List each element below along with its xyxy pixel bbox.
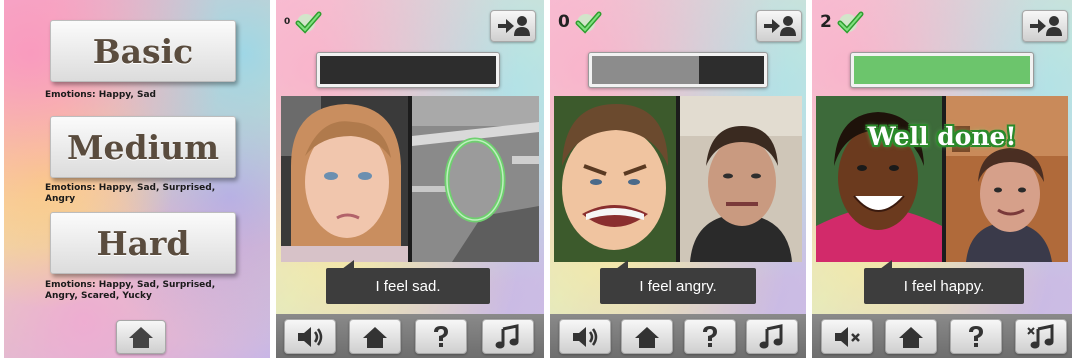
game-screen-angry: 0 I feel angry. [550,0,806,358]
medium-level-button[interactable]: Medium [50,116,236,178]
help-icon [699,324,721,350]
checkmark-icon [574,10,602,34]
mirror-camera-art [680,96,802,262]
face-panels [281,96,539,262]
home-button[interactable] [885,319,937,354]
progress-bar [850,52,1034,88]
caption-bubble: I feel sad. [326,260,490,304]
face-photo-art [281,96,408,262]
help-button[interactable] [415,319,467,354]
mirror-oval-icon [444,137,506,223]
home-icon [361,325,389,349]
basic-level-label: Basic [92,31,194,71]
basic-level-button[interactable]: Basic [50,20,236,82]
caption-bubble: I feel happy. [864,260,1024,304]
game-screen-happy: 2 Well done! I feel happy. [812,0,1072,358]
score-count: 0 [284,17,291,27]
level-select-screen: Basic Emotions: Happy, Sad Medium Emotio… [4,0,270,358]
help-button[interactable] [684,319,736,354]
score-display: 0 [558,10,602,34]
hard-level-description: Emotions: Happy, Sad, Surprised, Angry, … [45,280,216,301]
mirror-camera-art [946,96,1068,262]
home-icon [897,325,925,349]
speaker-icon [295,325,325,349]
music-note-off-icon [1026,323,1056,350]
medium-level-description: Emotions: Happy, Sad, Surprised, Angry [45,183,216,204]
music-note-icon [759,323,785,350]
bottom-toolbar [276,314,544,358]
progress-track [854,56,1030,84]
sound-button[interactable] [559,319,611,354]
bottom-toolbar [550,314,806,358]
checkmark-icon [836,10,864,34]
score-count: 2 [820,12,832,32]
mirror-camera-view [680,96,802,262]
mirror-camera-view [946,96,1068,262]
sound-button[interactable] [284,319,336,354]
checkmark-icon [294,10,322,34]
caption-text: I feel angry. [639,277,717,295]
score-display: 0 [284,10,322,34]
caption-text: I feel sad. [375,277,441,295]
mirror-camera-art [412,96,539,262]
face-panels [816,96,1068,262]
speaker-icon [570,325,600,349]
exit-button[interactable] [756,10,802,42]
speaker-muted-icon [832,325,862,349]
home-button[interactable] [349,319,401,354]
hard-level-button[interactable]: Hard [50,212,236,274]
exit-to-user-icon [1028,15,1062,37]
hard-level-label: Hard [96,223,190,263]
score-count: 0 [558,12,570,32]
face-photo-boy-angry [554,96,676,262]
mirror-camera-view [412,96,539,262]
face-photo-art [816,96,942,262]
progress-bar [588,52,768,88]
bottom-toolbar [812,314,1072,358]
exit-to-user-icon [762,15,796,37]
music-note-icon [495,323,521,350]
progress-fill [854,56,1030,84]
progress-track [592,56,764,84]
face-panels [554,96,802,262]
sound-button[interactable] [821,319,873,354]
face-photo-girl-sad [281,96,408,262]
music-button[interactable] [482,319,534,354]
progress-track [320,56,496,84]
face-photo-woman-happy [816,96,942,262]
home-button[interactable] [116,320,166,354]
caption-bubble: I feel angry. [600,260,756,304]
game-screen-sad: 0 I feel sad. [276,0,544,358]
progress-fill [592,56,699,84]
well-done-overlay: Well done! [867,122,1017,151]
help-icon [430,324,452,350]
caption-text: I feel happy. [903,277,985,295]
help-button[interactable] [950,319,1002,354]
home-icon [633,325,661,349]
score-display: 2 [820,10,864,34]
exit-to-user-icon [496,15,530,37]
music-button[interactable] [746,319,798,354]
music-button[interactable] [1015,319,1067,354]
help-icon [965,324,987,350]
basic-level-description: Emotions: Happy, Sad [45,90,156,100]
exit-button[interactable] [490,10,536,42]
home-button[interactable] [621,319,673,354]
face-photo-art [554,96,676,262]
exit-button[interactable] [1022,10,1068,42]
progress-bar [316,52,500,88]
home-icon [127,325,155,349]
medium-level-label: Medium [66,127,220,167]
